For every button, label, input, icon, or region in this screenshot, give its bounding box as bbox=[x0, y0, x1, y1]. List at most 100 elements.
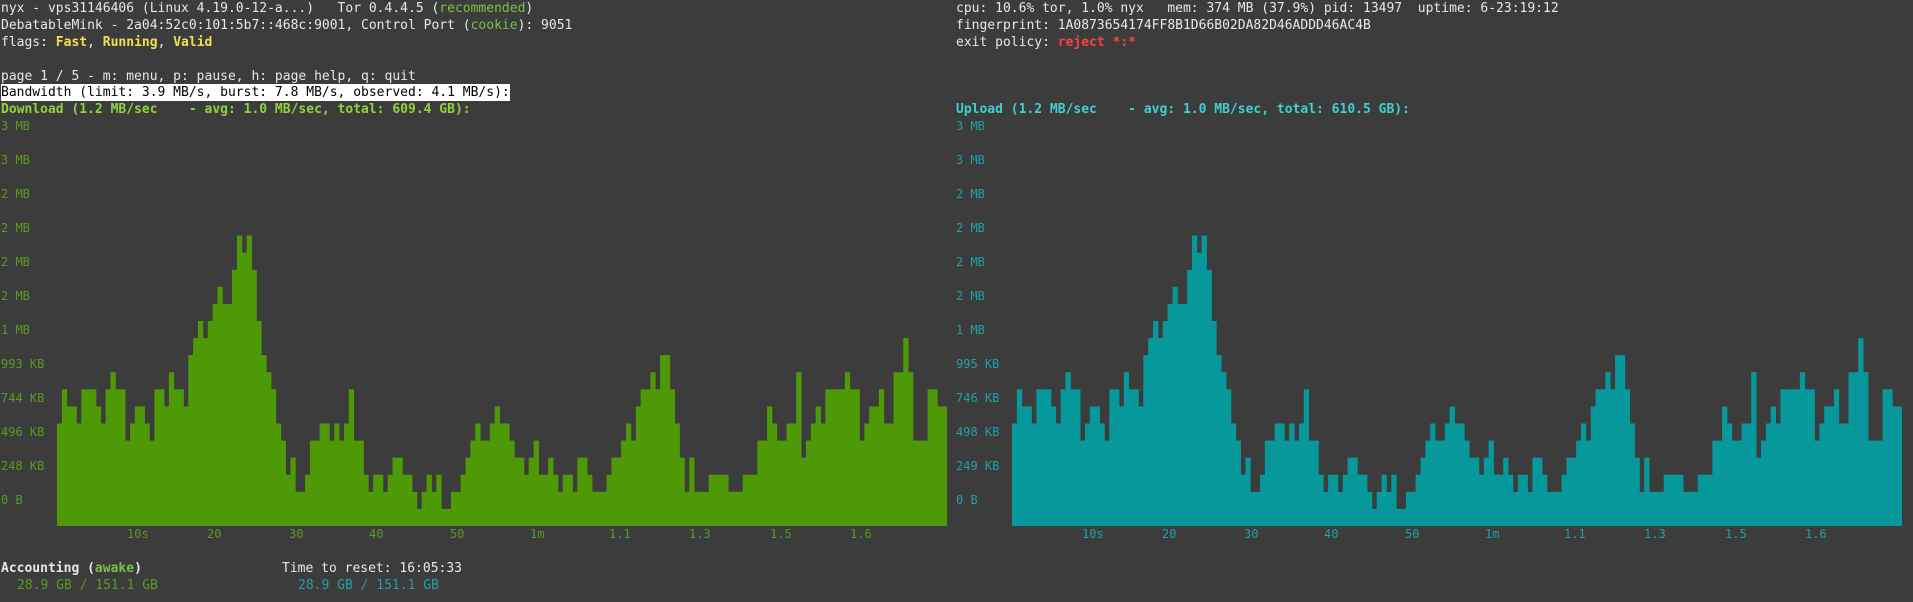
download-bar bbox=[703, 491, 710, 526]
upload-bar bbox=[1172, 286, 1178, 526]
download-bar bbox=[144, 423, 150, 526]
upload-bar bbox=[1887, 389, 1893, 526]
upload-y-tick-label: 746 KB bbox=[956, 391, 1000, 405]
upload-bar bbox=[1250, 491, 1256, 526]
upload-bar bbox=[1104, 440, 1110, 526]
download-bar bbox=[300, 491, 306, 526]
download-bar bbox=[616, 457, 622, 526]
accounting-label: Accounting (awake) bbox=[1, 561, 142, 576]
upload-x-tick-label: 20 bbox=[1162, 527, 1177, 541]
upload-bar bbox=[1070, 389, 1076, 526]
upload-bar bbox=[1264, 440, 1271, 526]
upload-bar bbox=[1508, 474, 1514, 526]
upload-bar bbox=[1332, 474, 1339, 526]
download-bar bbox=[587, 474, 593, 526]
upload-bar bbox=[1187, 269, 1193, 526]
download-bar bbox=[596, 491, 603, 526]
resource-usage-line: cpu: 10.6% tor, 1.0% nyx mem: 374 MB (37… bbox=[956, 1, 1559, 16]
download-bar bbox=[650, 372, 656, 526]
upload-bar bbox=[1153, 321, 1159, 526]
upload-bar bbox=[1658, 491, 1665, 526]
download-bar bbox=[840, 389, 846, 526]
bandwidth-section-title: Bandwidth (limit: 3.9 MB/s, burst: 7.8 M… bbox=[1, 84, 510, 101]
upload-bar bbox=[1872, 440, 1879, 526]
flag-valid: Valid bbox=[173, 35, 213, 50]
download-x-tick-label: 10s bbox=[127, 527, 149, 541]
upload-bar bbox=[1731, 440, 1738, 526]
upload-graph bbox=[1012, 235, 1902, 526]
download-x-tick-label: 1m bbox=[530, 527, 545, 541]
upload-bar bbox=[1313, 440, 1319, 526]
download-bar bbox=[173, 389, 179, 526]
upload-y-tick-label: 1 MB bbox=[956, 323, 985, 337]
download-bar bbox=[236, 235, 243, 526]
download-bar bbox=[358, 440, 364, 526]
download-bar bbox=[246, 235, 252, 526]
download-bar bbox=[115, 389, 121, 526]
download-bar bbox=[392, 457, 398, 526]
download-bar bbox=[339, 440, 345, 526]
upload-bar bbox=[1722, 406, 1728, 526]
upload-bar bbox=[1230, 423, 1237, 526]
upload-bar bbox=[1036, 389, 1042, 526]
upload-bar bbox=[1381, 474, 1387, 526]
download-bar bbox=[572, 491, 578, 526]
upload-bar bbox=[1522, 474, 1528, 526]
download-bar bbox=[450, 491, 457, 526]
upload-bar bbox=[1624, 389, 1631, 526]
upload-bar bbox=[1576, 440, 1582, 526]
upload-bar bbox=[1848, 372, 1854, 526]
download-bar bbox=[470, 440, 476, 526]
download-bar bbox=[168, 372, 175, 526]
download-bar bbox=[528, 457, 535, 526]
upload-bar bbox=[1717, 440, 1723, 526]
download-bar bbox=[626, 423, 632, 526]
recommended-label: recommended bbox=[439, 1, 526, 16]
download-bar bbox=[747, 474, 753, 526]
download-bar bbox=[407, 474, 413, 526]
upload-y-tick-label: 498 KB bbox=[956, 425, 1000, 439]
download-bar bbox=[134, 406, 141, 526]
download-bar bbox=[786, 423, 792, 526]
upload-bar bbox=[1425, 440, 1431, 526]
relay-address-line: DebatableMink - 2a04:52c0:101:5b7::468c:… bbox=[1, 18, 573, 33]
upload-bar bbox=[1055, 423, 1062, 526]
upload-bar bbox=[1337, 491, 1344, 526]
download-bar bbox=[105, 389, 111, 526]
download-bar bbox=[791, 423, 797, 526]
upload-bar bbox=[1512, 491, 1519, 526]
upload-bar bbox=[1308, 440, 1314, 526]
download-bar bbox=[606, 474, 612, 526]
download-x-tick-label: 1.1 bbox=[609, 527, 631, 541]
download-bar bbox=[917, 440, 924, 526]
upload-bar bbox=[1138, 406, 1144, 526]
upload-bar bbox=[1610, 389, 1616, 526]
download-bar bbox=[71, 406, 77, 526]
download-bar bbox=[553, 474, 559, 526]
upload-x-tick-label: 1.3 bbox=[1644, 527, 1666, 541]
upload-bar bbox=[1157, 338, 1164, 526]
download-bar bbox=[922, 440, 928, 526]
upload-x-tick-label: 50 bbox=[1405, 527, 1420, 541]
upload-bar bbox=[1148, 338, 1154, 526]
download-bar bbox=[484, 440, 491, 526]
upload-bar bbox=[1084, 423, 1091, 526]
upload-bar bbox=[1347, 457, 1353, 526]
download-bar bbox=[942, 406, 947, 526]
download-bar bbox=[120, 389, 126, 526]
download-bar bbox=[932, 389, 938, 526]
download-bar bbox=[125, 440, 131, 526]
upload-bar bbox=[1289, 423, 1295, 526]
download-bar bbox=[207, 321, 214, 526]
upload-bar bbox=[1371, 508, 1378, 526]
upload-bar bbox=[1542, 474, 1548, 526]
download-bar bbox=[343, 423, 350, 526]
upload-bar bbox=[1206, 269, 1212, 526]
download-bar bbox=[159, 389, 165, 526]
upload-bar bbox=[1235, 440, 1241, 526]
download-bar bbox=[660, 355, 666, 526]
upload-bar bbox=[1405, 491, 1412, 526]
header-title-line: nyx - vps31146406 (Linux 4.19.0-12-a...)… bbox=[1, 1, 534, 16]
upload-bar bbox=[1294, 440, 1300, 526]
upload-bar bbox=[1546, 491, 1553, 526]
